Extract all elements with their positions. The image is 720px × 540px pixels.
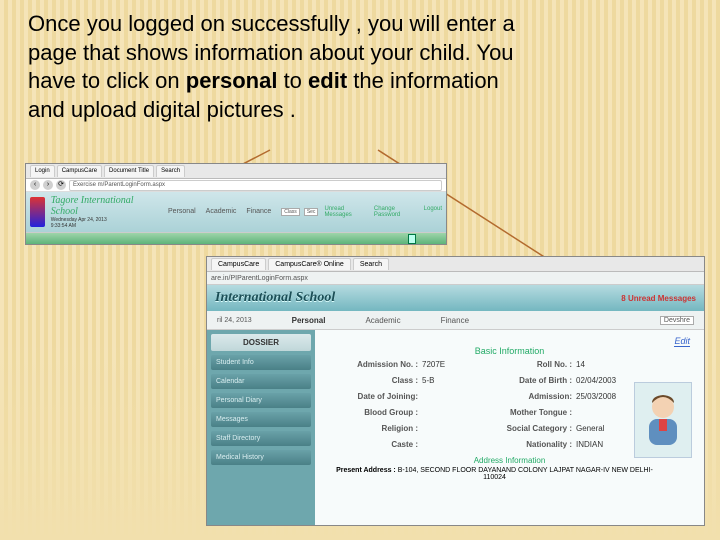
instruction-line4: and upload digital pictures . xyxy=(28,97,296,122)
menu-personal[interactable]: Personal xyxy=(168,208,196,216)
sidebar-item-staff-directory[interactable]: Staff Directory xyxy=(211,431,311,446)
instruction-edit-word: edit xyxy=(308,68,347,93)
logout-link[interactable]: Logout xyxy=(424,206,442,218)
doj-label: Date of Joining: xyxy=(323,392,422,401)
url-text[interactable]: Exercise m/ParentLoginForm.aspx xyxy=(69,180,442,191)
school-logo-icon xyxy=(30,197,45,227)
school-header: Tagore International School Wednesday Ap… xyxy=(26,192,446,232)
header-right-links: Unread Messages Change Password Logout xyxy=(324,206,442,218)
present-address-label: Present Address : xyxy=(336,467,396,474)
social-category-value: General xyxy=(576,424,623,433)
roll-no-label: Roll No. : xyxy=(477,360,576,369)
sidebar-item-medical-history[interactable]: Medical History xyxy=(211,450,311,465)
change-password-link[interactable]: Change Password xyxy=(374,206,418,218)
instruction-personal-word: personal xyxy=(186,68,278,93)
browser-tab-strip: CampusCare CampusCare® Online Search xyxy=(207,257,704,272)
menu-finance[interactable]: Finance xyxy=(246,208,271,216)
unread-link[interactable]: Unread Messages xyxy=(324,206,367,218)
sidebar-heading: DOSSIER xyxy=(211,334,311,351)
info-date: ril 24, 2013 xyxy=(217,317,252,324)
address-bar: ‹ › ⟳ Exercise m/ParentLoginForm.aspx xyxy=(26,179,446,192)
status-indicator-icon xyxy=(408,234,416,244)
basic-info-grid: Admission No. : 7207E Roll No. : 14 Clas… xyxy=(323,356,623,452)
present-address-value: B-104, SECOND FLOOR DAYANAND COLONY LAJP… xyxy=(398,467,653,481)
class-select[interactable]: Class xyxy=(281,208,300,216)
admission-no-value: 7207E xyxy=(422,360,477,369)
avatar xyxy=(634,382,692,458)
app-title: International School xyxy=(215,290,335,306)
browser-tab[interactable]: CampusCare xyxy=(57,165,102,177)
edit-link[interactable]: Edit xyxy=(674,336,690,347)
main-panel: Edit Basic Information Admission No. : 7… xyxy=(315,330,704,526)
menu-academic[interactable]: Academic xyxy=(365,316,400,325)
browser-tab[interactable]: Search xyxy=(353,258,389,270)
screenshot-bottom: CampusCare CampusCare® Online Search are… xyxy=(206,256,705,526)
menu-personal[interactable]: Personal xyxy=(292,316,326,325)
instruction-text: Once you logged on successfully , you wi… xyxy=(28,10,690,124)
instruction-line1: Once you logged on successfully , you wi… xyxy=(28,11,515,36)
sidebar-item-personal-diary[interactable]: Personal Diary xyxy=(211,393,311,408)
section-select[interactable]: Sec xyxy=(304,208,319,216)
sidebar-item-calendar[interactable]: Calendar xyxy=(211,374,311,389)
admission-no-label: Admission No. : xyxy=(323,360,422,369)
class-value: 5-B xyxy=(422,376,477,385)
school-name: Tagore International School xyxy=(51,195,154,217)
blood-label: Blood Group : xyxy=(323,408,422,417)
avatar-icon xyxy=(640,391,686,449)
instruction-line3c: to xyxy=(277,68,308,93)
browser-tab[interactable]: Search xyxy=(156,165,185,177)
browser-tab[interactable]: CampusCare® Online xyxy=(268,258,351,270)
dob-label: Date of Birth : xyxy=(477,376,576,385)
nationality-value: INDIAN xyxy=(576,440,623,449)
browser-tab-strip: Login CampusCare Document Title Search xyxy=(26,164,446,179)
browser-tab[interactable]: Document Title xyxy=(104,165,154,177)
instruction-line2: page that shows information about your c… xyxy=(28,40,514,65)
nationality-label: Nationality : xyxy=(477,440,576,449)
instruction-line3a: have to click on xyxy=(28,68,186,93)
roll-no-value: 14 xyxy=(576,360,623,369)
date-line2: 9:33:54 AM xyxy=(51,223,76,229)
menu-academic[interactable]: Academic xyxy=(206,208,237,216)
back-icon[interactable]: ‹ xyxy=(30,180,40,190)
religion-label: Religion : xyxy=(323,424,422,433)
caste-label: Caste : xyxy=(323,440,422,449)
forward-icon[interactable]: › xyxy=(43,180,53,190)
sidebar-item-messages[interactable]: Messages xyxy=(211,412,311,427)
sidebar-item-student-info[interactable]: Student Info xyxy=(211,355,311,370)
sidebar: DOSSIER Student Info Calendar Personal D… xyxy=(207,330,315,526)
class-label: Class : xyxy=(323,376,422,385)
address-bar[interactable]: are.in/PIParentLoginForm.aspx xyxy=(207,272,704,285)
instruction-line3e: the information xyxy=(347,68,499,93)
mother-tongue-label: Mother Tongue : xyxy=(477,408,576,417)
app-title-bar: International School 8 Unread Messages xyxy=(207,285,704,311)
info-bar: ril 24, 2013 Personal Academic Finance D… xyxy=(207,311,704,330)
reload-icon[interactable]: ⟳ xyxy=(56,180,66,190)
doa-value: 25/03/2008 xyxy=(576,392,623,401)
dob-value: 02/04/2003 xyxy=(576,376,623,385)
screenshot-top: Login CampusCare Document Title Search ‹… xyxy=(25,163,447,245)
unread-messages-badge[interactable]: 8 Unread Messages xyxy=(621,294,696,303)
doa-label: Admission: xyxy=(477,392,576,401)
url-text: are.in/PIParentLoginForm.aspx xyxy=(211,275,308,282)
social-category-label: Social Category : xyxy=(477,424,576,433)
menu-finance[interactable]: Finance xyxy=(441,316,469,325)
status-greenbar xyxy=(26,232,446,244)
top-menu: Personal Academic Finance Class Sec xyxy=(168,208,318,216)
browser-tab[interactable]: CampusCare xyxy=(211,258,266,270)
section-basic-info-title: Basic Information xyxy=(323,346,696,356)
session-select[interactable]: Devshre xyxy=(660,316,694,325)
browser-tab[interactable]: Login xyxy=(30,165,55,177)
